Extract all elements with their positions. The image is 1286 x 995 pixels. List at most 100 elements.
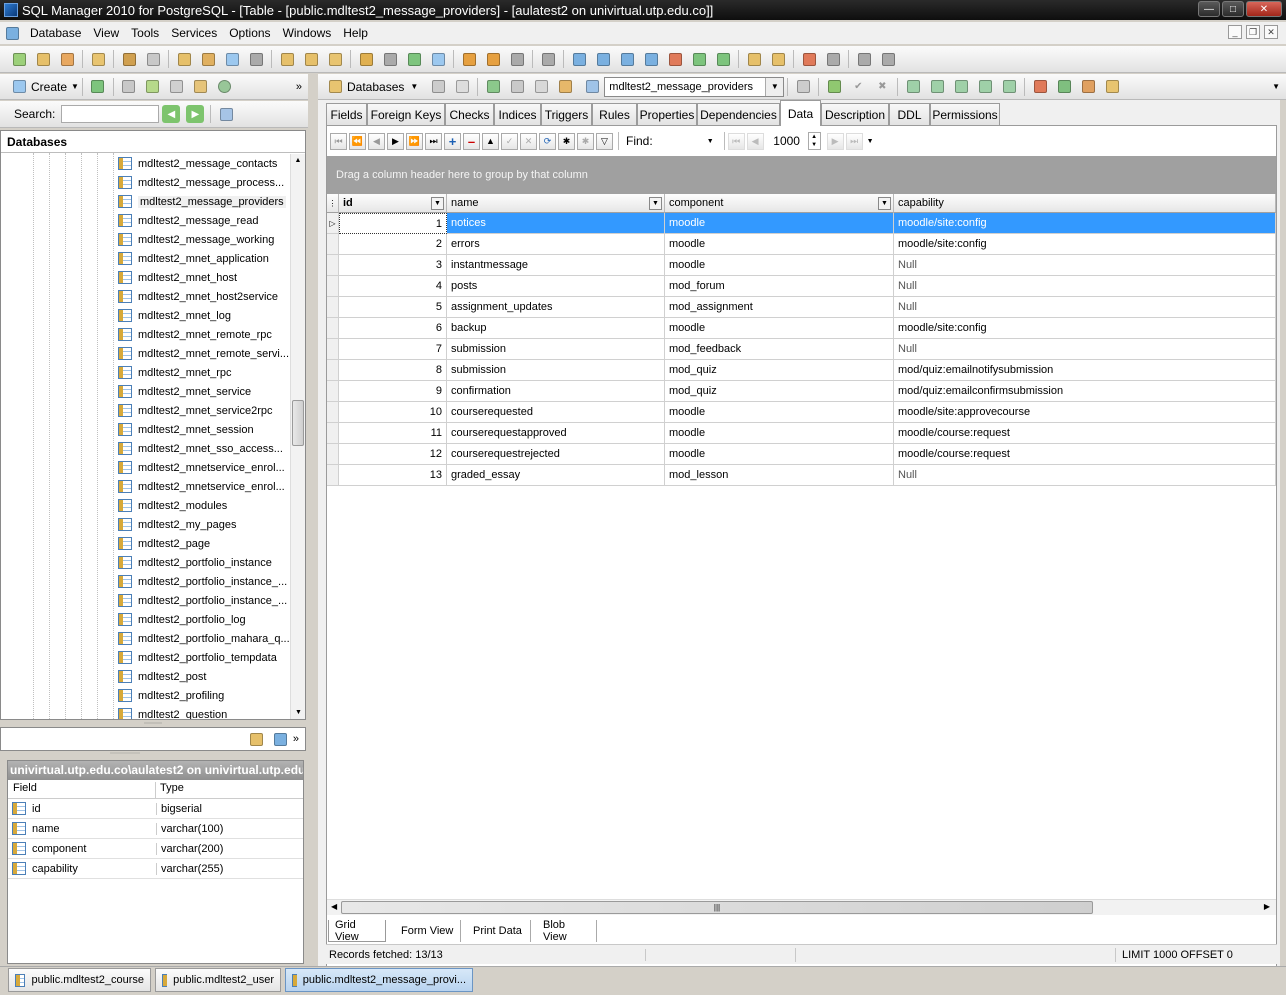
grid-cell-component[interactable]: moodle — [665, 255, 894, 276]
field-row[interactable]: name varchar(100) — [8, 819, 303, 839]
grid-cell-capability[interactable]: mod/quiz:emailnotifysubmission — [894, 360, 1276, 381]
row-indicator[interactable] — [327, 339, 339, 360]
tree-scrollbar[interactable]: ▲ ▼ — [290, 154, 305, 719]
tree-item-table[interactable]: mdltest2_post — [118, 667, 206, 686]
post-edit-icon[interactable]: ✓ — [501, 132, 518, 150]
tree-item-table[interactable]: mdltest2_mnet_service2rpc — [118, 401, 273, 420]
minimize-button[interactable]: — — [1198, 1, 1220, 17]
grid-cell-id[interactable]: 13 — [339, 465, 447, 486]
tree-item-table[interactable]: mdltest2_modules — [118, 496, 227, 515]
menu-view[interactable]: View — [87, 26, 125, 40]
tile-icon[interactable] — [594, 50, 612, 68]
rename-icon[interactable] — [1000, 78, 1018, 96]
designer-icon[interactable] — [144, 50, 162, 68]
scroll-left-icon[interactable]: ◀ — [331, 902, 337, 911]
grid-cell-name[interactable]: graded_essay — [447, 465, 665, 486]
drop-object-icon[interactable] — [58, 50, 76, 68]
column-header-component[interactable]: component ▼ — [665, 194, 894, 213]
delete-record-icon[interactable]: – — [463, 132, 480, 150]
copy-db-icon[interactable] — [326, 50, 344, 68]
schema-icon[interactable] — [247, 50, 265, 68]
tree-item-table[interactable]: mdltest2_message_contacts — [118, 154, 277, 173]
grid-cell-capability[interactable]: Null — [894, 255, 1276, 276]
row-indicator[interactable] — [327, 381, 339, 402]
grid-cell-name[interactable]: assignment_updates — [447, 297, 665, 318]
column-filter-dropdown-icon[interactable]: ▼ — [431, 197, 444, 210]
sql-script-icon[interactable] — [1103, 78, 1121, 96]
row-indicator[interactable] — [327, 276, 339, 297]
tree-item-table[interactable]: mdltest2_mnet_remote_servi... — [118, 344, 289, 363]
grid-cell-id[interactable]: 4 — [339, 276, 447, 297]
row-indicator[interactable] — [327, 402, 339, 423]
grid-cell-name[interactable]: errors — [447, 234, 665, 255]
tab-permissions[interactable]: Permissions — [930, 103, 1000, 125]
copy-table-icon[interactable] — [904, 78, 922, 96]
scroll-right-icon[interactable]: ▶ — [1264, 902, 1270, 911]
tree-item-table[interactable]: mdltest2_page — [118, 534, 210, 553]
search-objects-icon[interactable] — [769, 50, 787, 68]
table-select-dropdown-icon[interactable]: ▼ — [765, 77, 784, 96]
first-page-icon[interactable]: ⏮ — [727, 132, 745, 150]
grid-cell-id[interactable]: 12 — [339, 444, 447, 465]
create-button[interactable]: Create — [31, 80, 67, 94]
move-icon[interactable] — [976, 78, 994, 96]
menu-database[interactable]: Database — [24, 26, 87, 40]
scheduler-icon[interactable] — [484, 50, 502, 68]
grid-cell-name[interactable]: backup — [447, 318, 665, 339]
mdi-close-button[interactable]: ✕ — [1264, 25, 1278, 39]
mdi-restore-button[interactable]: ❐ — [1246, 25, 1260, 39]
tab-description[interactable]: Description — [821, 103, 889, 125]
tab-data[interactable]: Data — [780, 100, 821, 126]
forward-icon[interactable] — [714, 50, 732, 68]
duplicate-icon[interactable] — [952, 78, 970, 96]
row-indicator[interactable] — [327, 465, 339, 486]
sql-help-icon[interactable] — [745, 50, 763, 68]
connect-icon[interactable] — [120, 78, 138, 96]
grid-cell-component[interactable]: mod_lesson — [665, 465, 894, 486]
grid-cell-name[interactable]: courserequestrejected — [447, 444, 665, 465]
execute-icon[interactable] — [429, 78, 447, 96]
tree-item-table[interactable]: mdltest2_portfolio_instance_... — [118, 572, 287, 591]
sql-editor-icon[interactable] — [175, 50, 193, 68]
search-input[interactable] — [61, 105, 160, 123]
tile-h-icon[interactable] — [618, 50, 636, 68]
last-record-icon[interactable]: ⏭ — [425, 132, 442, 150]
grid-cell-id[interactable]: 2 — [339, 234, 447, 255]
refresh-table-icon[interactable] — [484, 78, 502, 96]
tree-item-table[interactable]: mdltest2_message_process... — [118, 173, 284, 192]
grant-icon[interactable] — [556, 78, 574, 96]
splitter-grip[interactable]: ⋯⋯⋯⋯⋯ — [110, 751, 194, 757]
import-icon[interactable] — [1055, 78, 1073, 96]
row-indicator[interactable] — [327, 423, 339, 444]
footer-more-icon[interactable]: » — [293, 733, 299, 745]
table-options-icon[interactable] — [794, 78, 812, 96]
connection-icon[interactable] — [89, 50, 107, 68]
export-data-icon[interactable] — [1079, 78, 1097, 96]
menu-windows[interactable]: Windows — [277, 26, 338, 40]
windows-icon[interactable] — [539, 50, 557, 68]
mdi-minimize-button[interactable]: _ — [1228, 25, 1242, 39]
row-indicator[interactable] — [327, 360, 339, 381]
tree-item-table[interactable]: mdltest2_mnet_host — [118, 268, 237, 287]
cascade-icon[interactable] — [570, 50, 588, 68]
nav-overflow-icon[interactable]: ▼ — [867, 138, 874, 145]
search-next-icon[interactable]: ▶ — [186, 105, 205, 123]
back-icon[interactable] — [690, 50, 708, 68]
services-icon[interactable] — [460, 50, 478, 68]
scroll-down-icon[interactable]: ▼ — [291, 706, 305, 719]
prev-page-icon[interactable]: ⏪ — [349, 132, 366, 150]
grid-cell-id[interactable]: 5 — [339, 297, 447, 318]
help-icon[interactable] — [879, 50, 897, 68]
search-prev-icon[interactable]: ◀ — [162, 105, 181, 123]
export-data-tb-icon[interactable] — [302, 50, 320, 68]
explorer-view-icon[interactable] — [248, 730, 266, 748]
view-tab-grid-view[interactable]: Grid View — [328, 919, 386, 943]
tree-scroll-thumb[interactable] — [292, 400, 304, 446]
grid-cell-capability[interactable]: Null — [894, 339, 1276, 360]
column-header-name[interactable]: name ▼ — [447, 194, 665, 213]
extract-icon[interactable] — [405, 50, 423, 68]
grid-cell-name[interactable]: submission — [447, 360, 665, 381]
create-icon[interactable] — [10, 78, 28, 96]
query-icon[interactable] — [120, 50, 138, 68]
grid-cell-name[interactable]: instantmessage — [447, 255, 665, 276]
